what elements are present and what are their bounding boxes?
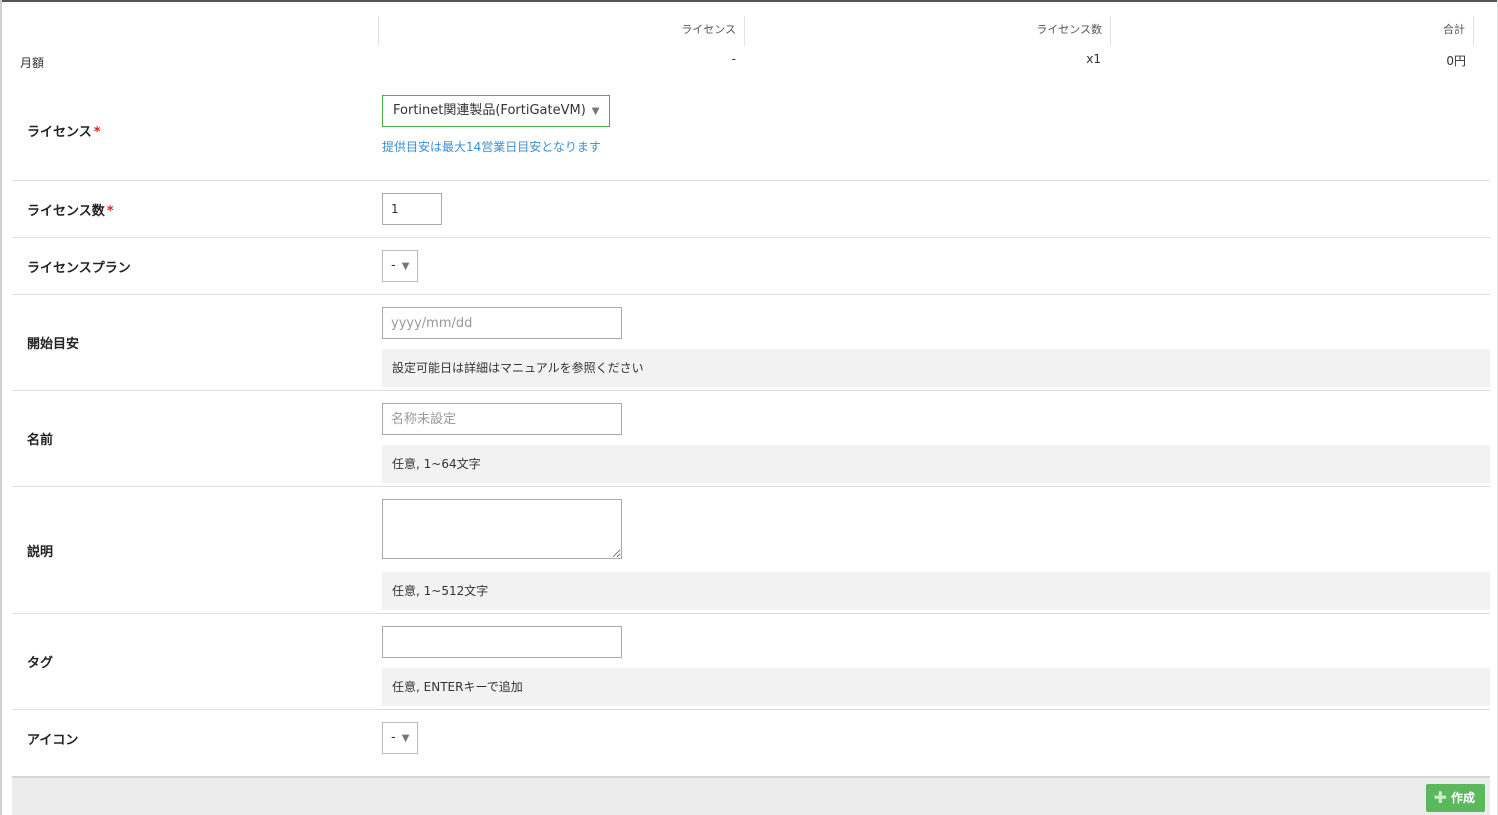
description-help: 任意, 1~512文字 — [382, 572, 1490, 610]
caret-down-icon: ▼ — [401, 261, 410, 272]
form-row-icon: アイコン - ▼ — [12, 710, 1490, 767]
start-date-label: 開始目安 — [27, 337, 80, 352]
create-button-label: 作成 — [1450, 791, 1475, 805]
name-label: 名前 — [27, 433, 54, 448]
form-row-license-plan: ライセンスプラン - ▼ — [12, 238, 1490, 295]
form-row-start-date: 開始目安 設定可能日は詳細はマニュアルを参照ください — [12, 295, 1490, 391]
license-count-label: ライセンス数 * — [27, 200, 114, 219]
license-count-input[interactable] — [382, 193, 442, 225]
required-mark: * — [93, 125, 101, 140]
license-label-text: ライセンス — [27, 125, 92, 140]
required-mark: * — [106, 204, 114, 219]
tags-help: 任意, ENTERキーで追加 — [382, 668, 1490, 706]
plus-icon: ✚ — [1433, 788, 1447, 807]
icon-label: アイコン — [27, 733, 79, 748]
icon-select-value: - — [391, 730, 396, 745]
description-label: 説明 — [27, 545, 54, 560]
form-row-name: 名前 任意, 1~64文字 — [12, 391, 1490, 487]
caret-down-icon: ▼ — [401, 733, 410, 744]
tags-input[interactable] — [382, 626, 622, 658]
license-select-value: Fortinet関連製品(FortiGateVM) — [393, 103, 586, 118]
summary-header-license: ライセンス — [378, 16, 744, 46]
summary-value-license: - — [731, 52, 736, 66]
summary-header-license-count: ライセンス数 — [744, 16, 1110, 46]
form-row-license-count: ライセンス数 * — [12, 181, 1490, 238]
left-border — [0, 0, 2, 815]
form-footer: ✚ 作成 — [12, 776, 1490, 815]
name-input[interactable] — [382, 403, 622, 435]
form-row-description: 説明 任意, 1~512文字 — [12, 487, 1490, 614]
name-help: 任意, 1~64文字 — [382, 445, 1490, 483]
license-count-label-text: ライセンス数 — [27, 204, 105, 219]
summary-header-total: 合計 — [1110, 16, 1474, 46]
license-plan-select[interactable]: - ▼ — [382, 250, 419, 282]
start-date-input[interactable] — [382, 307, 622, 339]
summary-row-label: 月額 — [20, 56, 45, 70]
form-row-tags: タグ 任意, ENTERキーで追加 — [12, 614, 1490, 710]
form-row-license: ライセンス * Fortinet関連製品(FortiGateVM) ▼ 提供目安は最… — [12, 84, 1490, 181]
license-plan-select-value: - — [391, 258, 396, 273]
license-plan-label: ライセンスプラン — [27, 261, 131, 276]
summary-value-total: 0円 — [1446, 54, 1466, 68]
create-button[interactable]: ✚ 作成 — [1425, 784, 1485, 812]
description-textarea[interactable] — [382, 499, 622, 559]
license-select[interactable]: Fortinet関連製品(FortiGateVM) ▼ — [382, 95, 611, 127]
start-date-help: 設定可能日は詳細はマニュアルを参照ください — [382, 349, 1490, 387]
license-label: ライセンス * — [27, 121, 101, 140]
tags-label: タグ — [27, 656, 54, 671]
summary-value-license-count: x1 — [1086, 52, 1101, 66]
caret-down-icon: ▼ — [591, 106, 600, 117]
top-border — [0, 0, 1498, 2]
license-lead-time-note: 提供目安は最大14営業日目安となります — [382, 140, 601, 154]
icon-select[interactable]: - ▼ — [382, 722, 419, 754]
